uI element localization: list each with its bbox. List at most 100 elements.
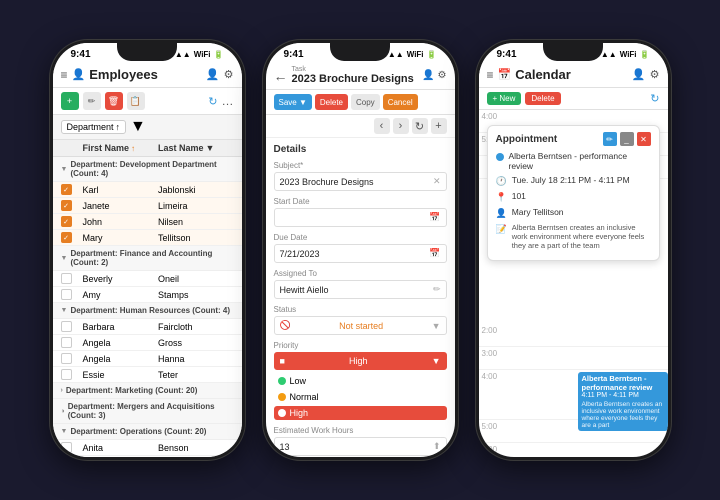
duedate-label: Due Date xyxy=(274,233,447,242)
delete-button[interactable]: Delete xyxy=(315,94,348,110)
back-arrow-icon[interactable]: ← xyxy=(274,68,288,84)
appt-header: Appointment ✏ _ ✕ xyxy=(496,132,651,146)
lastname-cell: Limeira xyxy=(158,201,234,211)
department-filter[interactable]: Department ↑ xyxy=(61,120,127,134)
workhours-value[interactable]: 13 ⬆ xyxy=(274,437,447,456)
slot-area[interactable] xyxy=(509,324,668,346)
minimize-button[interactable]: _ xyxy=(620,132,634,146)
row-checkbox[interactable] xyxy=(61,442,72,453)
new-event-button[interactable]: + New xyxy=(487,92,522,105)
notes-icon: 📝 xyxy=(496,224,507,235)
cancel-button[interactable]: Cancel xyxy=(383,94,418,110)
row-checkbox[interactable]: ✓ xyxy=(61,216,72,227)
delete-button[interactable]: 🗑 xyxy=(105,92,123,110)
subject-value[interactable]: 2023 Brochure Designs ✕ xyxy=(274,172,447,191)
row-checkbox[interactable] xyxy=(61,289,72,300)
slot-area[interactable] xyxy=(509,443,668,457)
table-row[interactable]: Amy Stamps xyxy=(53,287,242,303)
firstname-cell: Barbara xyxy=(83,322,159,332)
dept-operations[interactable]: ▼ Department: Operations (Count: 20) xyxy=(53,424,242,440)
stepper-icon[interactable]: ⬆ xyxy=(433,441,441,452)
firstname-cell: Amy xyxy=(83,290,159,300)
refresh-icon[interactable]: ↻ xyxy=(208,95,217,108)
calendar-icon[interactable]: 📅 xyxy=(429,248,440,259)
table-row[interactable]: Barbara Faircloth xyxy=(53,319,242,335)
clear-icon[interactable]: ✕ xyxy=(433,176,441,187)
row-checkbox[interactable] xyxy=(61,273,72,284)
copy-button[interactable]: 📋 xyxy=(127,92,145,110)
dropdown-icon[interactable]: ▼ xyxy=(432,356,441,366)
save-button[interactable]: Save ▼ xyxy=(274,94,312,110)
dept-development[interactable]: ▼ Department: Development Department (Co… xyxy=(53,157,242,182)
slot-area[interactable]: Alberta Berntsen - performance review 4:… xyxy=(509,370,668,392)
firstname-header[interactable]: First Name ↑ xyxy=(83,143,159,153)
table-row[interactable]: Anita Benson xyxy=(53,440,242,456)
priority-normal[interactable]: Normal xyxy=(274,390,447,404)
priority-value[interactable]: ■ High ▼ xyxy=(274,352,447,370)
add-button[interactable]: + xyxy=(61,92,79,110)
slot-area[interactable] xyxy=(509,420,668,442)
close-appointment-button[interactable]: ✕ xyxy=(637,132,651,146)
edit-appointment-button[interactable]: ✏ xyxy=(603,132,617,146)
status-time-3: 9:41 xyxy=(497,49,517,60)
copy-button[interactable]: Copy xyxy=(351,94,380,110)
table-row[interactable]: ✓ Karl Jablonski xyxy=(53,182,242,198)
edit-button[interactable]: ✏ xyxy=(83,92,101,110)
slot-area[interactable] xyxy=(509,347,668,369)
dept-marketing[interactable]: › Department: Marketing (Count: 20) xyxy=(53,383,242,399)
more-icon[interactable]: … xyxy=(222,94,234,108)
row-checkbox[interactable] xyxy=(61,353,72,364)
assignedto-value[interactable]: Hewitt Aiello ✏ xyxy=(274,280,447,299)
refresh-button[interactable]: ↻ xyxy=(412,118,428,134)
priority-high[interactable]: High xyxy=(274,406,447,420)
firstname-cell: Angela xyxy=(83,354,159,364)
prev-button[interactable]: ‹ xyxy=(374,118,390,134)
table-row[interactable]: Barbara Chapman xyxy=(53,456,242,457)
person-icon[interactable]: 👤 xyxy=(206,68,220,81)
row-checkbox[interactable] xyxy=(61,337,72,348)
lastname-cell: Benson xyxy=(158,443,234,453)
next-button[interactable]: › xyxy=(393,118,409,134)
high-indicator xyxy=(278,409,286,417)
dropdown-icon[interactable]: ▼ xyxy=(432,321,441,331)
startdate-value[interactable]: 📅 xyxy=(274,208,447,227)
table-row[interactable]: Essie Teter xyxy=(53,367,242,383)
edit-icon[interactable]: ✏ xyxy=(433,284,441,295)
time-label: 3:00 xyxy=(479,347,509,360)
settings-icon[interactable]: ⚙ xyxy=(224,68,234,81)
menu-icon[interactable]: ≡ xyxy=(487,68,494,82)
status-time-2: 9:41 xyxy=(284,49,304,60)
dept-mergers[interactable]: ◑ Department: Mergers and Acquisitions (… xyxy=(53,399,242,424)
gear-icon[interactable]: ⚙ xyxy=(650,68,660,81)
row-checkbox[interactable] xyxy=(61,369,72,380)
row-checkbox[interactable]: ✓ xyxy=(61,200,72,211)
menu-icon[interactable]: ≡ xyxy=(61,68,68,82)
refresh-icon[interactable]: ↻ xyxy=(650,92,659,105)
status-label: Status xyxy=(274,305,447,314)
time-slots-area: 4:00 5:00 Appointment ✏ xyxy=(479,110,668,457)
add-button[interactable]: + xyxy=(431,118,447,134)
status-value[interactable]: 🚫 Not started ▼ xyxy=(274,316,447,335)
row-checkbox[interactable] xyxy=(61,321,72,332)
row-checkbox[interactable]: ✓ xyxy=(61,184,72,195)
table-row[interactable]: Angela Hanna xyxy=(53,351,242,367)
notch xyxy=(543,43,603,61)
lastname-cell: Oneil xyxy=(158,274,234,284)
table-row[interactable]: ✓ Mary Tellitson xyxy=(53,230,242,246)
table-row[interactable]: ✓ John Nilsen xyxy=(53,214,242,230)
priority-low[interactable]: Low xyxy=(274,374,447,388)
table-row[interactable]: ✓ Janete Limeira xyxy=(53,198,242,214)
duedate-value[interactable]: 7/21/2023 📅 xyxy=(274,244,447,263)
delete-event-button[interactable]: Delete xyxy=(525,92,560,105)
filter-icon[interactable]: ▼ xyxy=(130,118,146,136)
gear-icon[interactable]: ⚙ xyxy=(438,70,447,81)
person-icon[interactable]: 👤 xyxy=(422,70,434,81)
calendar-icon[interactable]: 📅 xyxy=(429,212,440,223)
table-row[interactable]: Beverly Oneil xyxy=(53,271,242,287)
table-row[interactable]: Angela Gross xyxy=(53,335,242,351)
lastname-header[interactable]: Last Name ▼ xyxy=(158,143,234,153)
row-checkbox[interactable]: ✓ xyxy=(61,232,72,243)
person-icon[interactable]: 👤 xyxy=(632,68,646,81)
dept-finance[interactable]: ▼ Department: Finance and Accounting (Co… xyxy=(53,246,242,271)
dept-hr[interactable]: ▼ Department: Human Resources (Count: 4) xyxy=(53,303,242,319)
